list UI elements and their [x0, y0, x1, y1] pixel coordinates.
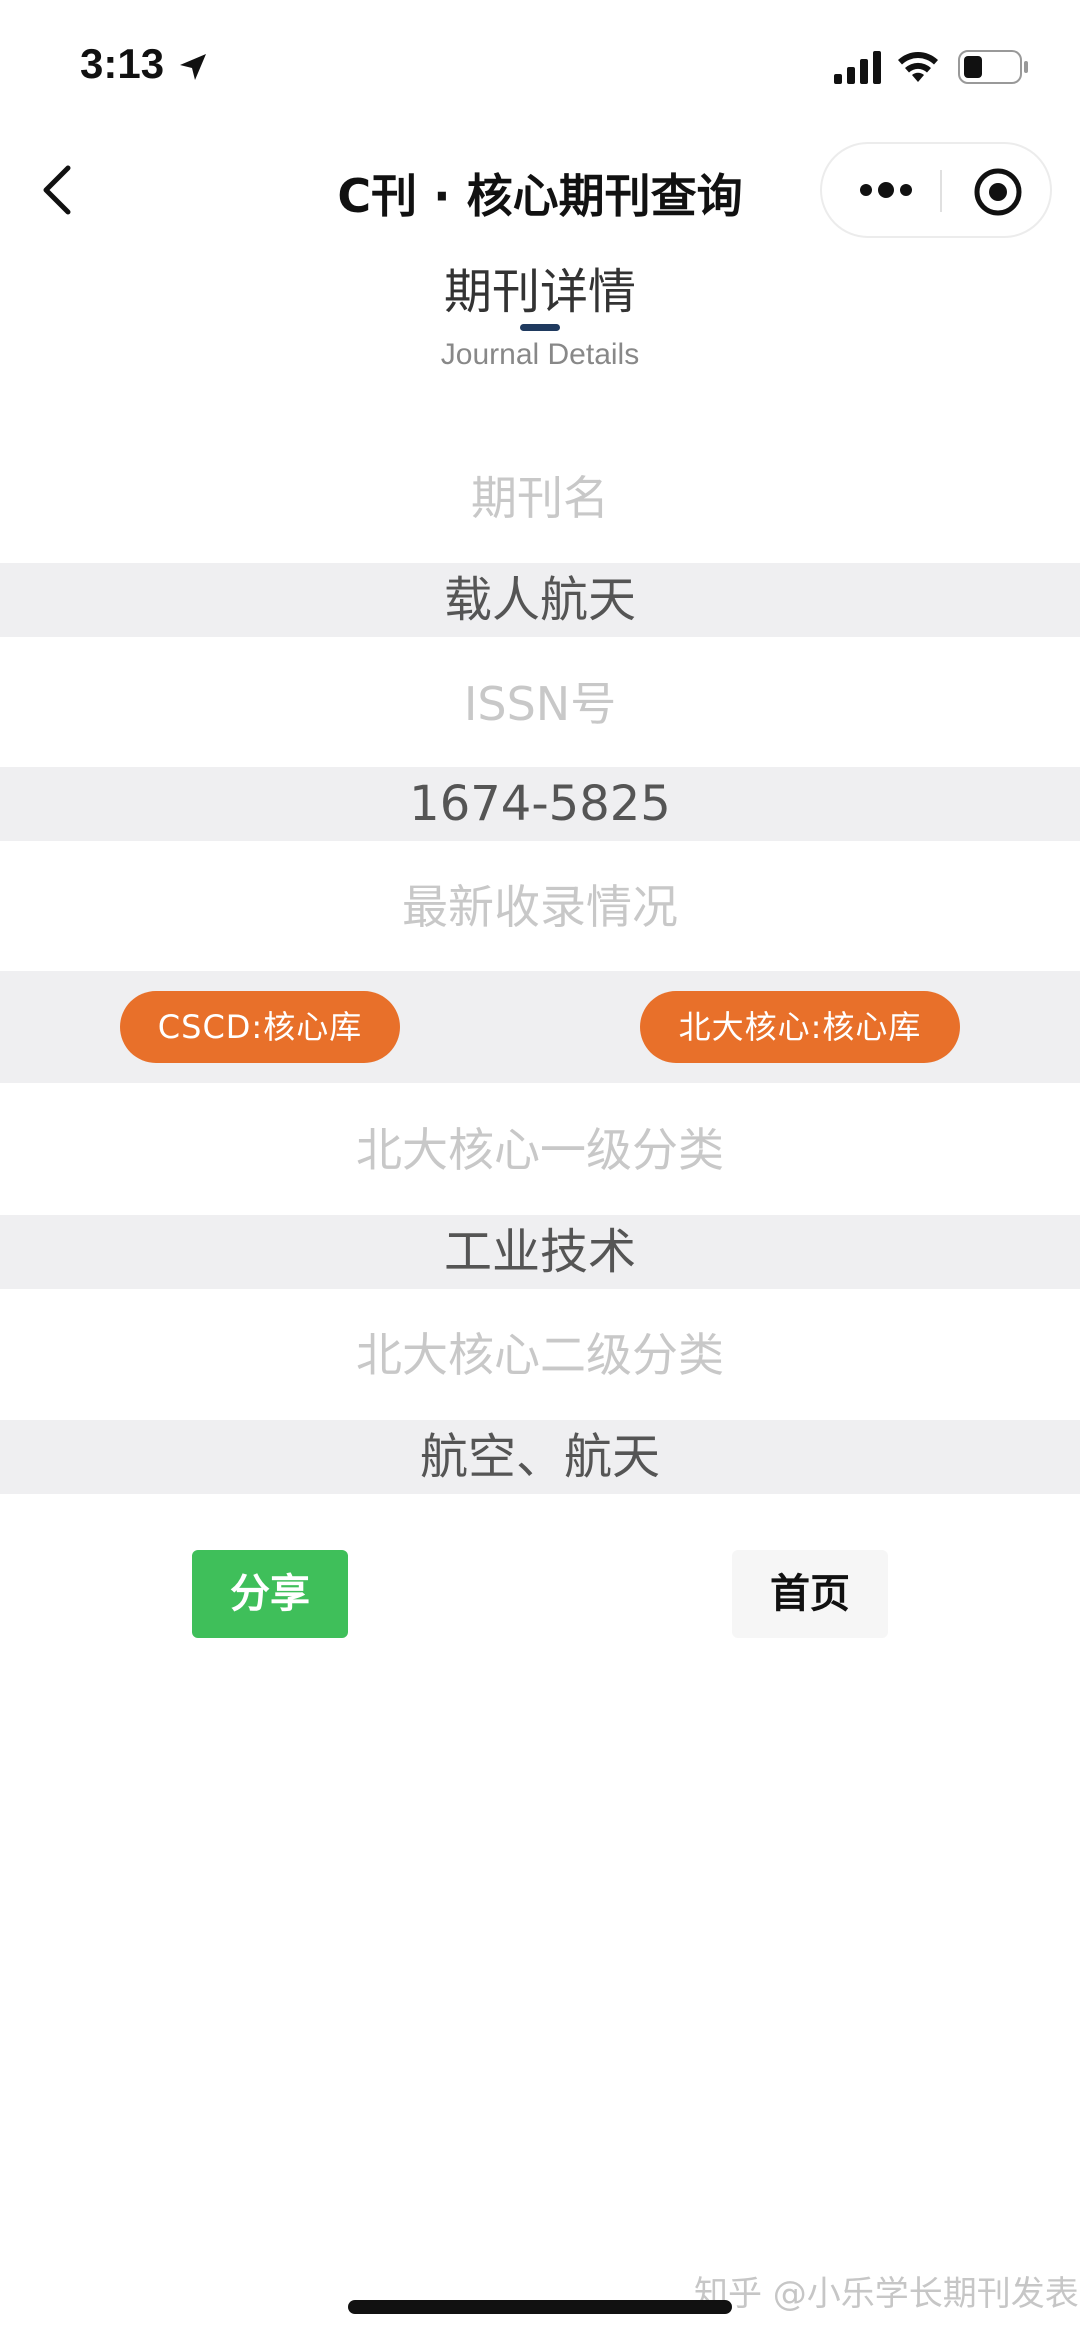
journal-name-value: 载人航天	[0, 563, 1080, 637]
pku-level2-label: 北大核心二级分类	[356, 1328, 724, 1382]
share-button[interactable]: 分享	[192, 1550, 348, 1638]
page-title: C刊 · 核心期刊查询	[337, 169, 743, 223]
section-title: 期刊详情	[443, 264, 636, 320]
status-time: 3:13	[80, 40, 165, 87]
close-target-icon[interactable]	[972, 166, 1024, 222]
pku-level2-value: 航空、航天	[0, 1420, 1080, 1494]
more-icon[interactable]	[858, 180, 914, 204]
pku-level1-label: 北大核心一级分类	[356, 1123, 724, 1177]
issn-label: ISSN号	[463, 677, 617, 731]
nav-bar: C刊 · 核心期刊查询	[0, 130, 1080, 250]
indexing-label: 最新收录情况	[402, 880, 678, 934]
home-indicator[interactable]	[348, 2300, 732, 2314]
section-underline	[520, 324, 560, 331]
cellular-signal-icon	[834, 50, 884, 88]
location-arrow-icon	[178, 52, 208, 86]
home-button[interactable]: 首页	[732, 1550, 888, 1638]
wifi-icon	[895, 48, 941, 88]
section-subtitle: Journal Details	[440, 338, 640, 371]
watermark: 知乎 @小乐学长期刊发表	[694, 2274, 1079, 2314]
status-bar: 3:13	[0, 0, 1080, 130]
capsule-divider	[940, 170, 942, 212]
indexing-tags-row: CSCD:核心库 北大核心:核心库	[0, 971, 1080, 1083]
back-button[interactable]	[38, 160, 78, 220]
issn-value: 1674-5825	[0, 767, 1080, 841]
mini-program-capsule	[820, 142, 1052, 238]
journal-name-label: 期刊名	[471, 471, 609, 525]
battery-icon	[958, 50, 1030, 88]
tag-pku-core[interactable]: 北大核心:核心库	[640, 991, 960, 1063]
tag-cscd[interactable]: CSCD:核心库	[120, 991, 400, 1063]
pku-level1-value: 工业技术	[0, 1215, 1080, 1289]
